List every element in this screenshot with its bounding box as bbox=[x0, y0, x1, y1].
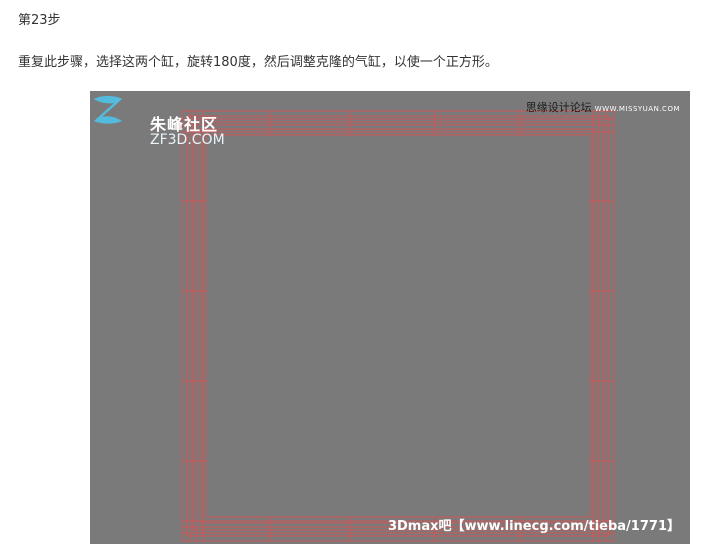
watermark-top: 思缘设计论坛 WWW.MISSYUAN.COM bbox=[526, 99, 680, 115]
logo-domain: ZF3D.COM bbox=[150, 132, 225, 148]
watermark-site-url: WWW.MISSYUAN.COM bbox=[594, 105, 680, 113]
step-title: 第23步 bbox=[18, 13, 61, 28]
tutorial-figure: 朱峰社区 ZF3D.COM 思缘设计论坛 WWW.MISSYUAN.COM 3Dm… bbox=[90, 91, 690, 544]
watermark-site-name: 思缘设计论坛 bbox=[525, 101, 592, 114]
watermark-bottom: 3Dmax吧【www.linecg.com/tieba/1771】 bbox=[387, 519, 680, 534]
cylinder-square-wireframe bbox=[181, 110, 615, 542]
step-description: 重复此步骤，选择这两个缸，旋转180度，然后调整克隆的气缸，以使一个正方形。 bbox=[18, 55, 498, 70]
logo-icon bbox=[94, 96, 122, 124]
